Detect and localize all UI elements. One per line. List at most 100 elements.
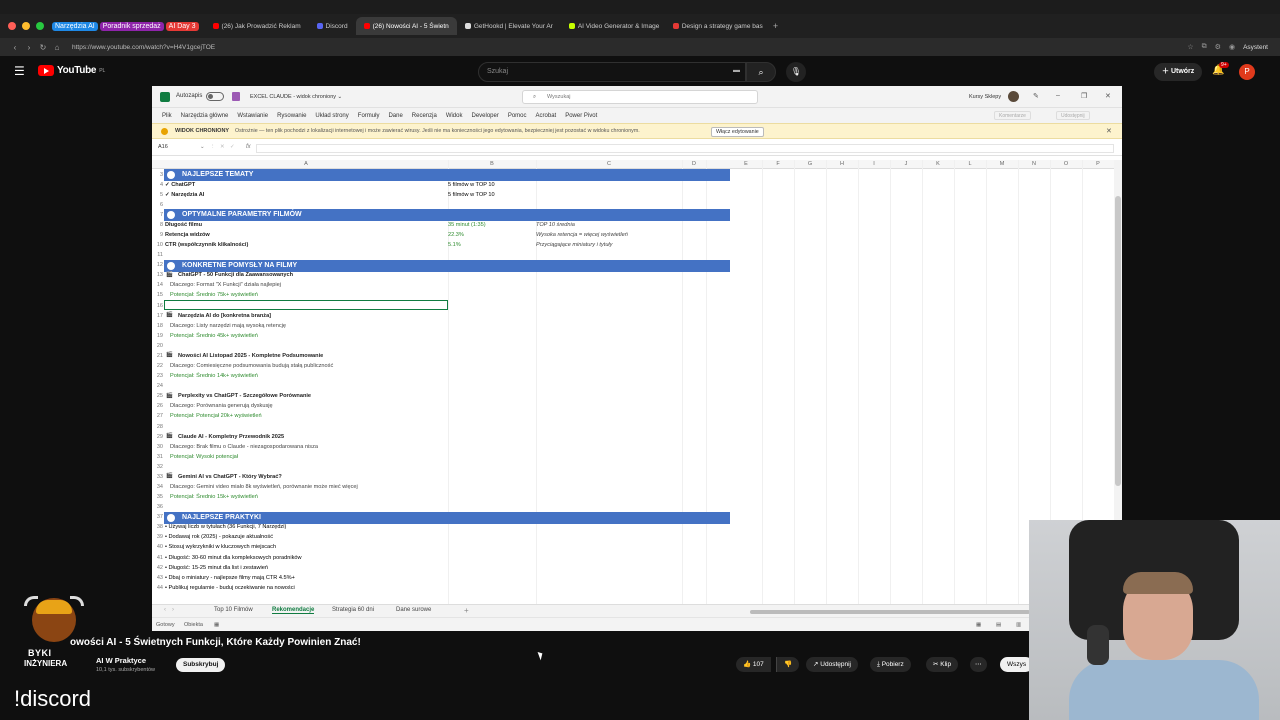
idea-potential-cell[interactable]: Potencjał: Średnio 45k+ wyświetleń [170,333,258,339]
comments-button[interactable]: Komentarze [994,111,1031,120]
prev-sheet-icon[interactable]: ‹ [164,607,166,613]
row-number[interactable]: 37 [152,514,163,520]
column-header[interactable]: C [536,161,682,167]
row-number[interactable]: 36 [152,504,163,510]
search-input[interactable]: Szukaj ▬ [478,62,746,82]
browser-tab[interactable]: Design a strategy game bas [665,17,769,35]
excel-user-avatar[interactable] [1008,91,1019,102]
column-header[interactable]: G [794,161,826,167]
close-icon[interactable]: ✕ [1105,92,1111,100]
idea-reason-cell[interactable]: Dlaczego: Porównania generują dyskusję [170,403,273,409]
column-header[interactable]: P [1082,161,1114,167]
browser-tab[interactable]: Discord [309,17,356,35]
youtube-logo[interactable]: YouTube PL [38,65,105,76]
idea-title-cell[interactable]: Gemini AI vs ChatGPT - Który Wybrać? [178,474,282,480]
cell-a[interactable]: • Stosuj wykrzykniki w kluczowych miejsc… [165,544,276,550]
page-layout-icon[interactable]: ▤ [996,622,1001,628]
video-player[interactable]: Autozapis EXCEL CLAUDE - widok chroniony… [152,86,1122,631]
normal-view-icon[interactable]: ▦ [976,622,981,628]
cell-a[interactable]: • Długość: 30-60 minut dla kompleksowych… [165,555,302,561]
ribbon-tab[interactable]: Rysowanie [277,113,306,119]
row-number[interactable]: 6 [152,202,163,208]
home-icon[interactable]: ⌂ [50,43,64,52]
close-banner-icon[interactable]: ✕ [1106,127,1112,135]
keyboard-icon[interactable]: ▬ [733,67,740,74]
row-number[interactable]: 5 [152,192,163,198]
idea-potential-cell[interactable]: Potencjał: Wysoki potencjał [170,454,238,460]
settings-icon[interactable]: ⚙ [1215,43,1221,51]
ribbon-tab[interactable]: Developer [471,113,498,119]
ribbon-tab[interactable]: Recenzja [412,113,437,119]
row-number[interactable]: 26 [152,403,163,409]
browser-tab[interactable]: GetHookd | Elevate Your Ar [457,17,561,35]
file-name[interactable]: EXCEL CLAUDE - widok chroniony ⌄ [250,94,342,100]
dislike-button[interactable]: 👎 [776,657,800,672]
voice-search-button[interactable]: 🎙 [786,62,806,82]
row-number[interactable]: 28 [152,424,163,430]
column-header[interactable]: E [730,161,762,167]
cell-a[interactable]: • Długość: 15-25 minut dla list i zestaw… [165,565,268,571]
minimize-window-icon[interactable] [22,22,30,30]
idea-title-cell[interactable]: Perplexity vs ChatGPT - Szczegółowe Poró… [178,393,311,399]
row-number[interactable]: 43 [152,575,163,581]
cell-a[interactable]: • Publikuj regularnie - buduj oczekiwani… [165,585,295,591]
cell-a[interactable]: Retencja widzów [165,232,210,238]
assistant-button[interactable]: Asystent [1243,44,1268,51]
autosave-toggle[interactable] [206,92,224,101]
row-number[interactable]: 15 [152,292,163,298]
pen-icon[interactable]: ✎ [1033,92,1039,100]
row-number[interactable]: 4 [152,182,163,188]
idea-reason-cell[interactable]: Dlaczego: Listy narzędzi mają wysoką ret… [170,323,286,329]
cell-a[interactable]: ✓ Narzędzia AI [165,192,204,198]
extensions-icon[interactable]: ⧉ [1202,43,1207,51]
ribbon-tab[interactable]: Acrobat [536,113,557,119]
row-number[interactable]: 30 [152,444,163,450]
cell-c[interactable]: TOP 10 średnia [536,222,575,228]
column-header[interactable]: B [448,161,536,167]
row-number[interactable]: 40 [152,544,163,550]
tab-group-pill[interactable]: Narzędzia AI [52,21,98,31]
horizontal-scrollbar[interactable] [750,610,1030,614]
namebox-dropdown-icon[interactable]: ⌄ [200,144,205,150]
cell-b[interactable]: 5 filmów w TOP 10 [448,192,495,198]
spreadsheet-grid[interactable]: ABCD EFGHIJKLMNOP 3 NAJLEPSZE TEMATY 4 ✓ Cha… [152,160,1114,604]
column-header[interactable]: M [986,161,1018,167]
tab-group-pill[interactable]: AI Day 3 [165,21,199,31]
cell-a[interactable]: CTR (współczynnik klikalności) [165,242,248,248]
row-number[interactable]: 20 [152,343,163,349]
row-number[interactable]: 7 [152,212,163,218]
row-number[interactable]: 42 [152,565,163,571]
row-number[interactable]: 8 [152,222,163,228]
row-number[interactable]: 19 [152,333,163,339]
idea-potential-cell[interactable]: Potencjał: Średnio 15k+ wyświetleń [170,494,258,500]
browser-tab[interactable]: AI Video Generator & Image [561,17,665,35]
fx-icon[interactable]: fx [246,144,251,150]
name-box[interactable]: A16 [158,144,206,153]
tab-group-pill[interactable]: Poradnik sprzedaż [99,21,164,31]
save-icon[interactable] [232,92,240,101]
row-number[interactable]: 38 [152,524,163,530]
cell-a[interactable]: ✓ ChatGPT [165,182,195,188]
maximize-window-icon[interactable] [36,22,44,30]
page-break-icon[interactable]: ▥ [1016,622,1021,628]
clip-button[interactable]: ✂ Klip [926,657,959,672]
ribbon-tab[interactable]: Power Pivot [565,113,597,119]
idea-reason-cell[interactable]: Dlaczego: Format "X Funkcji" działa najl… [170,282,281,288]
column-header[interactable]: F [762,161,794,167]
row-number[interactable]: 39 [152,534,163,540]
row-number[interactable]: 31 [152,454,163,460]
idea-title-cell[interactable]: Narzędzia AI do [konkretna branża] [178,313,271,319]
idea-potential-cell[interactable]: Potencjał: Średnio 75k+ wyświetleń [170,292,258,298]
row-number[interactable]: 22 [152,363,163,369]
enable-editing-button[interactable]: Włącz edytowanie [711,127,764,137]
column-header[interactable]: I [858,161,890,167]
cell-a[interactable]: Długość filmu [165,222,202,228]
idea-reason-cell[interactable]: Dlaczego: Gemini video miało 8k wyświetl… [170,484,358,490]
new-tab-button[interactable]: + [773,21,778,31]
ribbon-tab[interactable]: Dane [388,113,402,119]
row-number[interactable]: 25 [152,393,163,399]
browser-tab[interactable]: (26) Jak Prowadzić Reklam [205,17,309,35]
sheet-tab[interactable]: Dane surowe [396,607,431,613]
column-header[interactable]: J [890,161,922,167]
more-actions-button[interactable]: ⋯ [970,657,987,672]
